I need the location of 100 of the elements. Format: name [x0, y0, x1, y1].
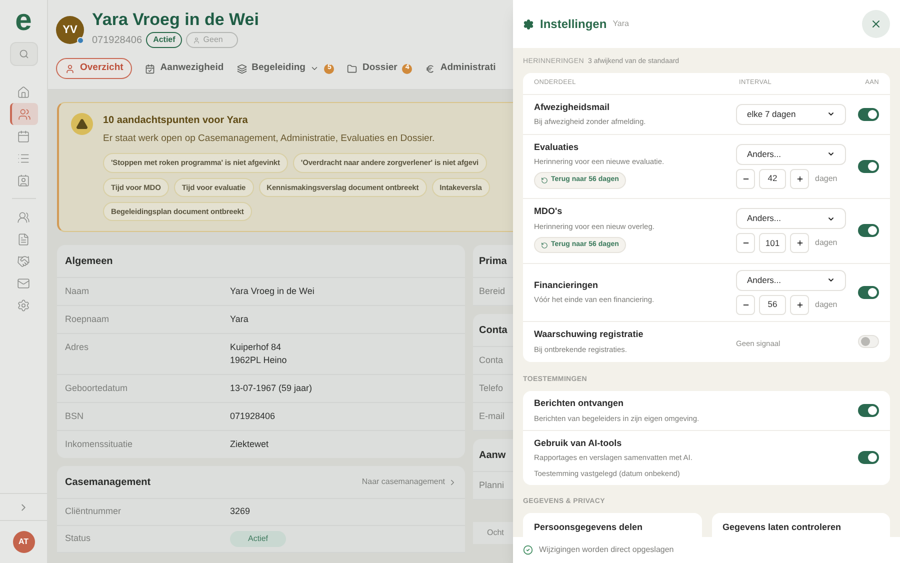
interval-select[interactable]: Anders... [736, 144, 846, 165]
people-icon [18, 108, 31, 120]
logo: e [15, 6, 32, 36]
unit-label: dagen [815, 237, 838, 250]
status-badge: Actief [146, 32, 182, 48]
field-label: Telefo [473, 375, 513, 403]
panel-subtitle: Yara [612, 18, 629, 30]
tab[interactable]: Overzicht [56, 58, 132, 79]
toggle-switch[interactable] [858, 404, 879, 417]
toggle-switch[interactable] [858, 160, 879, 173]
chevron-icon [448, 478, 457, 486]
days-input[interactable]: 42 [759, 168, 786, 189]
check-icon [523, 545, 533, 555]
setting-title: MDO's [534, 205, 564, 218]
increase-button[interactable] [790, 168, 809, 189]
unit-label: dagen [815, 172, 838, 185]
client-avatar: YV [56, 16, 84, 44]
client-number: 071928406 [92, 34, 142, 48]
field-label: Inkomenssituatie [65, 438, 134, 451]
field-label: Bereid [473, 278, 513, 306]
reset-icon [541, 177, 548, 184]
warning-icon [76, 118, 88, 130]
tab[interactable]: Administrati [425, 58, 496, 79]
document-icon [17, 232, 30, 246]
setting-title: Afwezigheidsmail [534, 100, 611, 114]
setting-title: Gebruik van AI-tools [534, 436, 623, 450]
search-icon [18, 49, 28, 59]
tab[interactable]: Aanwezigheid [145, 58, 224, 79]
field-label: Cliëntnummer [65, 505, 122, 518]
handshake-icon [17, 254, 30, 268]
sidebar-item[interactable] [10, 103, 38, 125]
field-value: Kuiperhof 84 1962PL Heino [230, 341, 287, 367]
alert-title: 10 aandachtspunten voor Yara [103, 114, 249, 128]
card-title: Conta [473, 314, 513, 347]
interval-select[interactable]: Anders... [736, 270, 846, 290]
field-label: Adres [65, 341, 90, 354]
plus-icon [796, 174, 804, 183]
plus-icon [796, 239, 804, 248]
field-value: 3269 [230, 505, 250, 518]
calendar-icon [17, 130, 30, 142]
chevron-icon [827, 276, 835, 284]
card-title: Casemanagement [65, 476, 151, 490]
folder-icon [347, 64, 358, 74]
users-icon [17, 210, 30, 224]
card-title: Algemeen [57, 245, 465, 278]
field-label: Roepnaam [65, 313, 110, 326]
plus-icon [796, 300, 804, 308]
field-label: Naam [65, 285, 90, 298]
toggle-switch[interactable] [858, 451, 879, 464]
chevron-icon[interactable] [310, 64, 320, 73]
toggle-switch[interactable] [858, 224, 879, 238]
setting-title: Evaluaties [534, 140, 580, 154]
toggle-switch[interactable] [858, 286, 879, 298]
unit-label: dagen [815, 298, 838, 310]
stack-icon [236, 64, 247, 74]
reset-icon [541, 242, 548, 248]
status-badge: Actief [230, 531, 286, 547]
alert-text: Er staat werk open op Casemanagement, Administratie, Evaluaties en Dossier. [103, 132, 436, 146]
person-icon [65, 64, 75, 74]
field-label: Conta [473, 347, 513, 375]
setting-title: Waarschuwing registratie [534, 328, 644, 342]
increase-button[interactable] [790, 294, 809, 314]
field-value: Yara Vroeg in de Wei [230, 285, 314, 298]
field-label: BSN [65, 410, 85, 423]
field-label: Geboortedatum [65, 382, 129, 395]
field-label: Ocht [473, 522, 513, 544]
field-label: Planni [473, 472, 513, 500]
chevron-icon [827, 110, 835, 118]
group-icon [17, 174, 30, 186]
save-status: Wijzigingen worden direct opgeslagen [539, 544, 674, 556]
setting-title: Persoonsgegevens delen [534, 521, 644, 534]
person-icon [193, 36, 200, 44]
toggle-switch[interactable] [858, 335, 879, 348]
card-title: Aanw [473, 439, 513, 472]
field-value: Ziektewet [230, 438, 269, 451]
search-button[interactable] [10, 42, 38, 66]
interval-select[interactable]: Anders... [736, 208, 846, 230]
setting-title: Gegevens laten controleren [722, 521, 842, 534]
calendar-icon [145, 64, 156, 74]
casemanagement-link[interactable]: Naar casemanagement [362, 476, 457, 488]
increase-button[interactable] [790, 233, 809, 254]
field-value: 071928406 [230, 410, 276, 423]
close-icon [870, 18, 882, 30]
field-label: Status [65, 532, 92, 546]
chevron-icon [827, 214, 835, 223]
client-name: Yara Vroeg in de Wei [92, 10, 259, 30]
user-avatar[interactable]: AT [12, 531, 34, 553]
days-input[interactable]: 101 [759, 233, 786, 254]
days-input[interactable]: 56 [759, 294, 786, 314]
euro-icon [425, 64, 436, 74]
mail-icon [17, 276, 30, 290]
field-label: E-mail [473, 403, 513, 431]
close-button[interactable] [862, 10, 890, 38]
interval-select[interactable]: elke 7 dagen [736, 104, 846, 124]
home-icon [17, 86, 30, 98]
chevron-icon [827, 150, 835, 158]
toggle-switch[interactable] [858, 108, 879, 120]
panel-title: Instellingen [540, 16, 607, 33]
setting-title: Financieringen [534, 278, 600, 292]
card-title: Prima [473, 245, 513, 278]
